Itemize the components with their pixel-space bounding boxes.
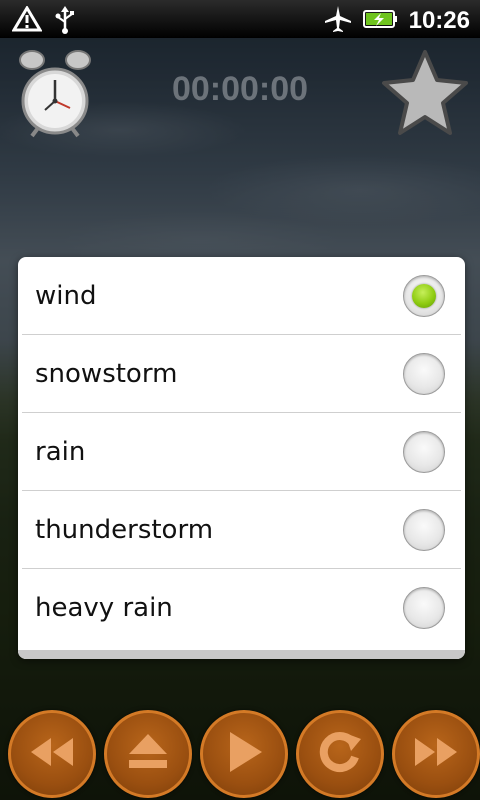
- option-snowstorm[interactable]: snowstorm: [22, 335, 461, 413]
- usb-icon: [54, 6, 76, 38]
- fast-forward-icon: [411, 732, 461, 776]
- repeat-button[interactable]: [296, 710, 384, 798]
- option-label: thunderstorm: [35, 514, 214, 545]
- dialog-scroll-edge: [18, 650, 465, 659]
- status-left-icons: [11, 5, 76, 38]
- rewind-button[interactable]: [8, 710, 96, 798]
- option-heavy-rain[interactable]: heavy rain: [22, 569, 461, 646]
- option-wind[interactable]: wind: [22, 257, 461, 335]
- status-clock: 10:26: [408, 7, 470, 34]
- status-bar: 10:26: [0, 0, 480, 38]
- radio-button[interactable]: [403, 509, 445, 551]
- repeat-icon: [315, 727, 365, 781]
- star-icon[interactable]: [380, 48, 470, 138]
- play-icon: [222, 728, 266, 780]
- airplane-icon: [323, 4, 353, 38]
- warning-icon: [11, 5, 43, 38]
- rewind-icon: [27, 732, 77, 776]
- option-label: wind: [35, 280, 97, 311]
- option-label: snowstorm: [35, 358, 178, 389]
- option-thunderstorm[interactable]: thunderstorm: [22, 491, 461, 569]
- sound-selection-dialog: wind snowstorm rain thunderstorm heavy r…: [18, 257, 465, 659]
- radio-button-selected[interactable]: [403, 275, 445, 317]
- battery-charging-icon: [362, 8, 399, 34]
- option-rain[interactable]: rain: [22, 413, 461, 491]
- status-right-icons: 10:26: [323, 4, 470, 38]
- timer-display: 00:00:00: [171, 70, 309, 108]
- option-label: heavy rain: [35, 592, 173, 623]
- eject-icon: [123, 730, 173, 778]
- fast-forward-button[interactable]: [392, 710, 480, 798]
- play-button[interactable]: [200, 710, 288, 798]
- eject-button[interactable]: [104, 710, 192, 798]
- alarm-clock-icon[interactable]: [18, 46, 92, 138]
- option-label: rain: [35, 436, 86, 467]
- radio-button[interactable]: [403, 431, 445, 473]
- player-controls: [0, 700, 480, 800]
- radio-button[interactable]: [403, 587, 445, 629]
- radio-button[interactable]: [403, 353, 445, 395]
